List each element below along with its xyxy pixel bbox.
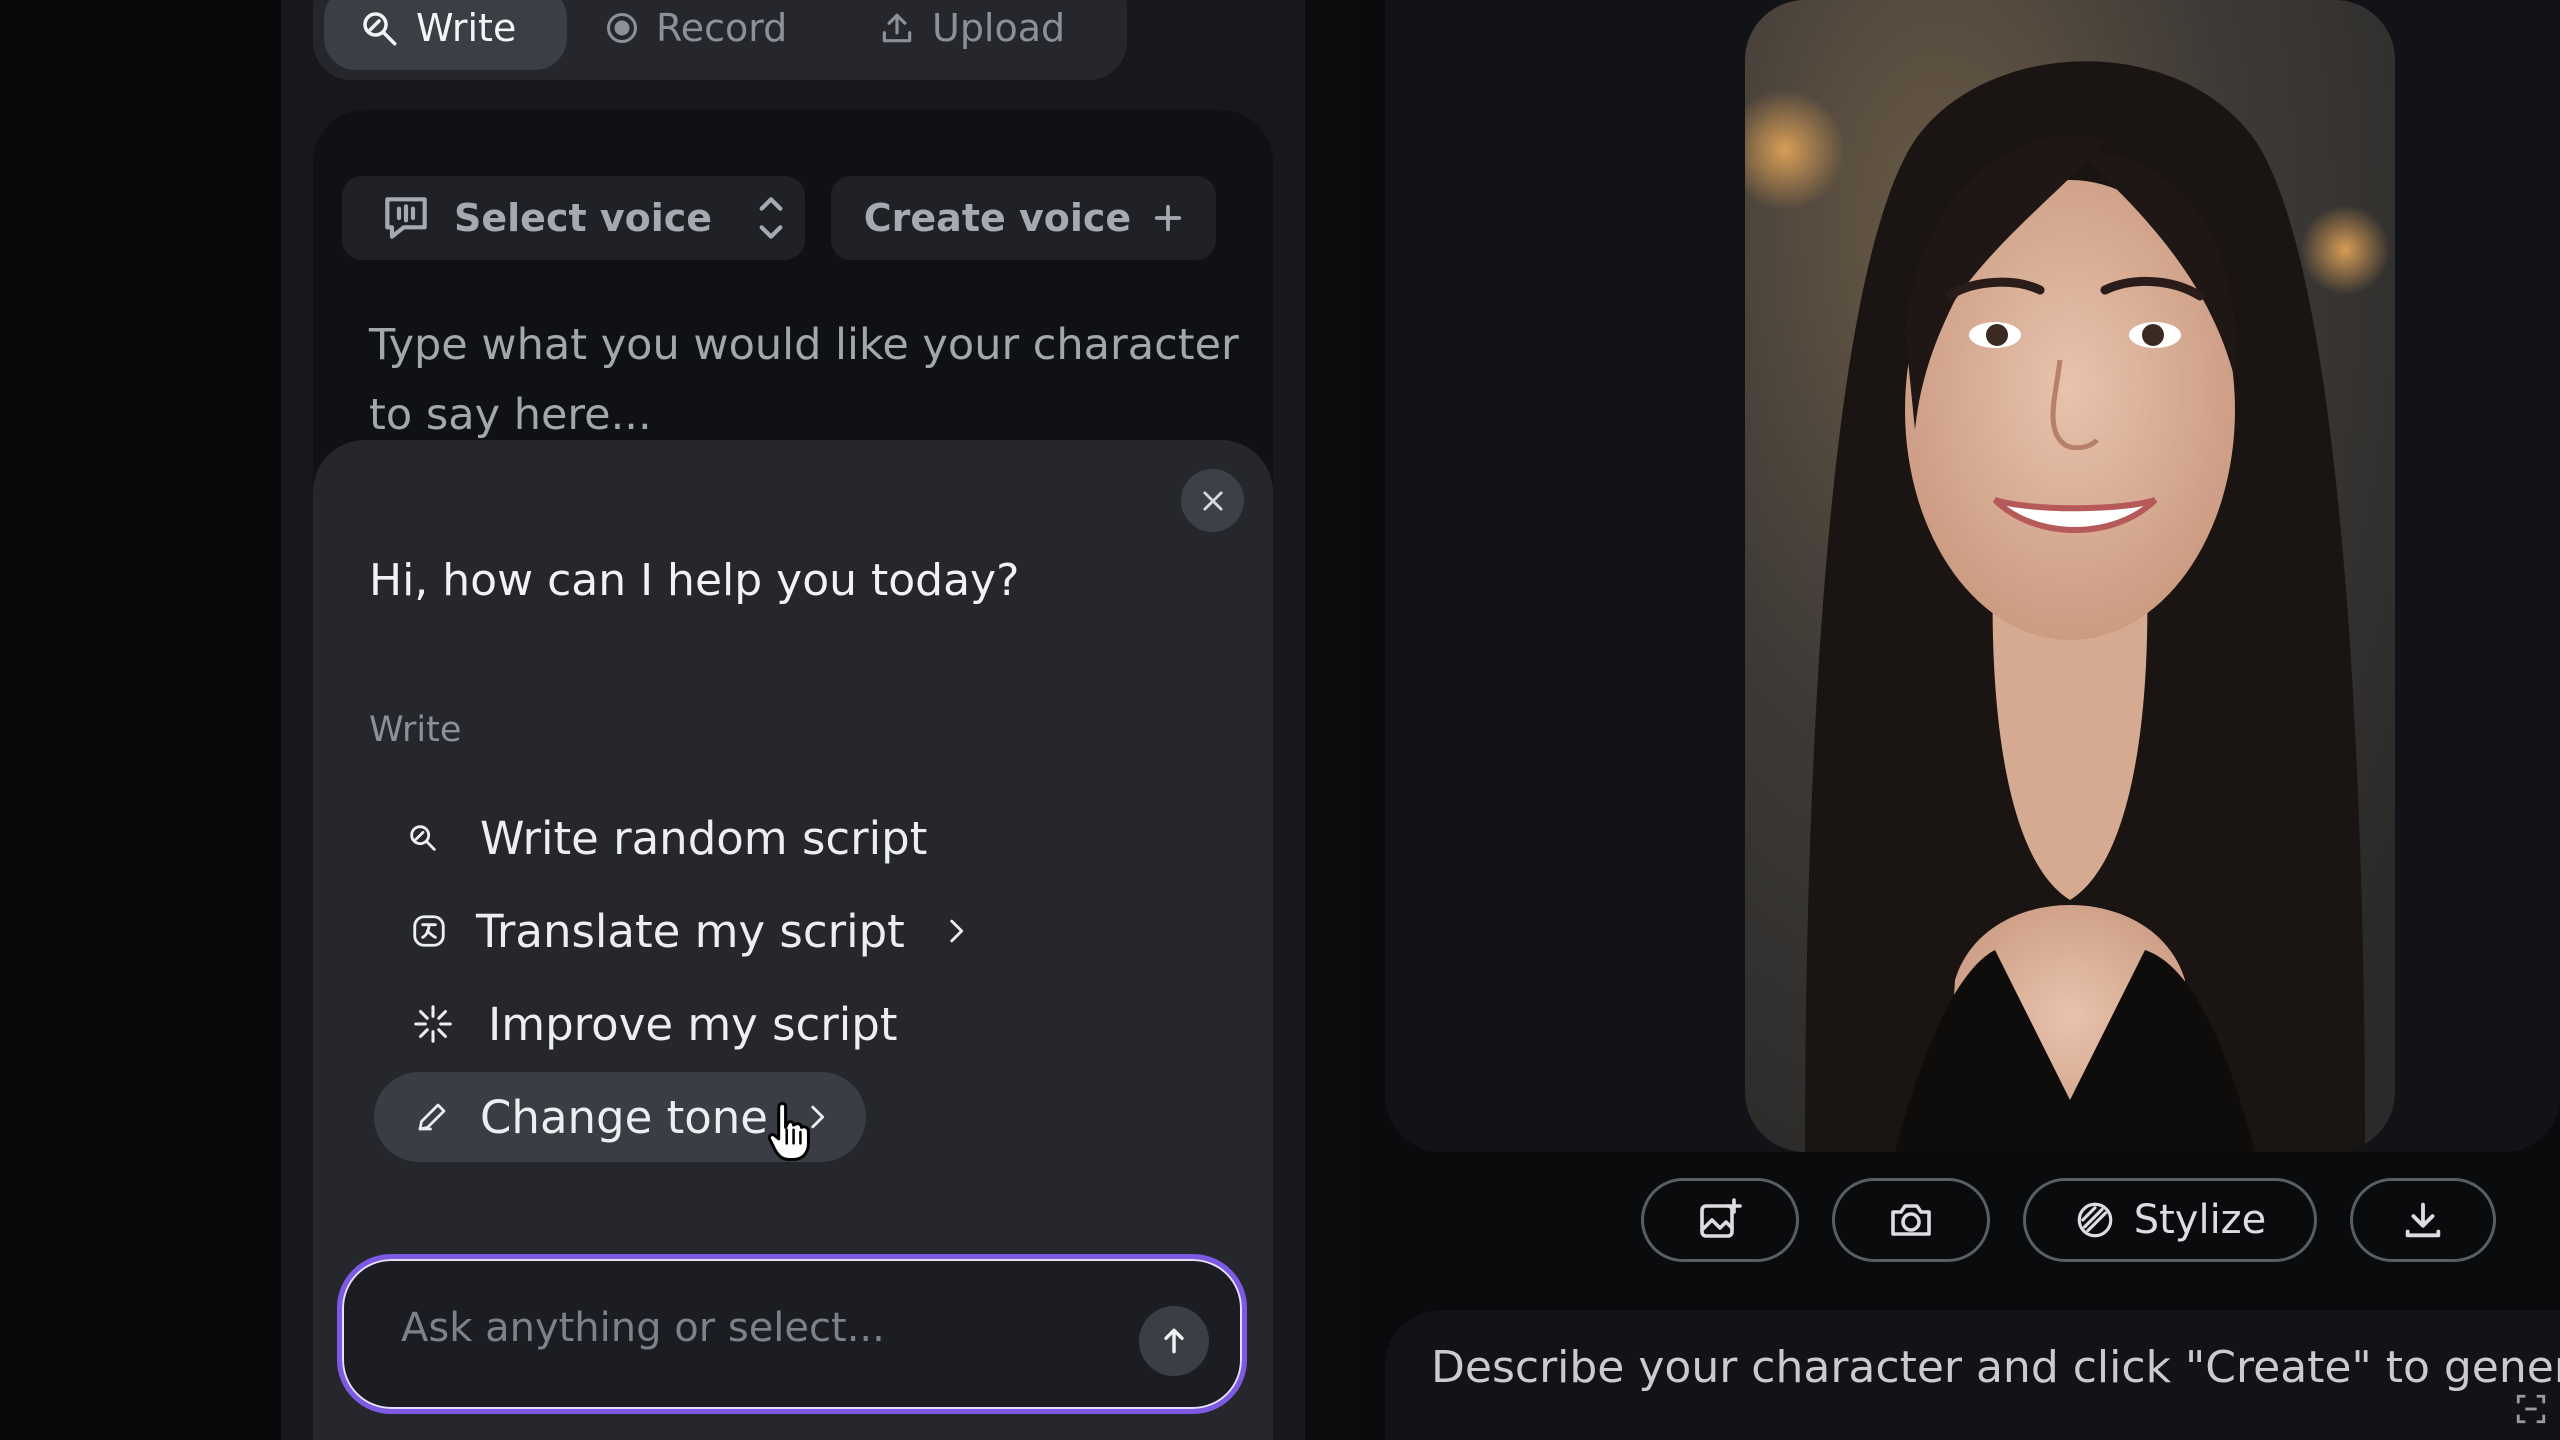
menu-item-write-random-script[interactable]: Write random script — [406, 794, 927, 882]
add-image-button[interactable] — [1641, 1178, 1799, 1262]
chevron-updown-icon — [759, 197, 783, 239]
close-button[interactable] — [1181, 469, 1244, 532]
character-prompt-input[interactable]: Describe your character and click "Creat… — [1431, 1342, 2560, 1393]
tab-record-label: Record — [656, 6, 788, 50]
script-textarea[interactable]: Type what you would like your character … — [369, 310, 1249, 450]
download-button[interactable] — [2350, 1178, 2496, 1262]
select-voice-label: Select voice — [454, 196, 713, 240]
screen-capture-icon — [2516, 1394, 2546, 1424]
palette-icon — [2077, 1202, 2113, 1238]
section-label-write: Write — [369, 710, 462, 750]
panel-divider — [1305, 0, 1353, 1440]
menu-item-label: Improve my script — [488, 997, 898, 1051]
create-voice-label: Create voice — [863, 196, 1132, 240]
character-portrait — [1745, 0, 2395, 1152]
image-add-icon — [1700, 1198, 1742, 1238]
translate-icon — [413, 915, 445, 947]
close-icon — [1202, 490, 1223, 511]
pen-sparkle-icon — [410, 825, 436, 851]
menu-item-improve-my-script[interactable]: Improve my script — [410, 980, 898, 1068]
write-icon — [363, 12, 397, 46]
tab-record[interactable]: Record — [604, 0, 804, 70]
upload-icon — [882, 13, 912, 43]
character-prompt-placeholder: Describe your character and click "Creat… — [1431, 1342, 2560, 1393]
arrow-up-icon — [1164, 1328, 1184, 1354]
send-button[interactable] — [1139, 1306, 1209, 1376]
camera-button[interactable] — [1832, 1178, 1990, 1262]
tab-upload[interactable]: Upload — [878, 0, 1078, 70]
stylize-button[interactable]: Stylize — [2023, 1178, 2317, 1262]
select-voice-button[interactable]: Select voice — [342, 176, 805, 260]
tab-write-label: Write — [416, 6, 517, 50]
menu-item-label: Write random script — [480, 811, 928, 865]
tab-write[interactable]: Write — [324, 0, 567, 70]
script-placeholder: Type what you would like your character … — [369, 320, 1239, 440]
tab-upload-label: Upload — [932, 6, 1066, 50]
stylize-label: Stylize — [2133, 1197, 2267, 1243]
record-icon — [607, 13, 637, 43]
voice-bubble-icon — [385, 197, 427, 239]
menu-item-label: Change tone — [480, 1090, 768, 1144]
plus-icon — [1155, 204, 1182, 232]
menu-item-translate-my-script[interactable]: Translate my script — [410, 887, 967, 975]
pen-icon — [418, 1103, 446, 1131]
menu-item-label: Translate my script — [476, 904, 905, 958]
sparkle-icon — [414, 1005, 452, 1043]
assistant-greeting: Hi, how can I help you today? — [369, 555, 1020, 606]
ask-placeholder: Ask anything or select... — [401, 1305, 885, 1351]
camera-icon — [1891, 1204, 1931, 1236]
download-icon — [2405, 1202, 2441, 1238]
hand-cursor-icon — [767, 1101, 810, 1161]
create-voice-button[interactable]: Create voice — [831, 176, 1216, 260]
chevron-right-icon — [950, 919, 963, 943]
